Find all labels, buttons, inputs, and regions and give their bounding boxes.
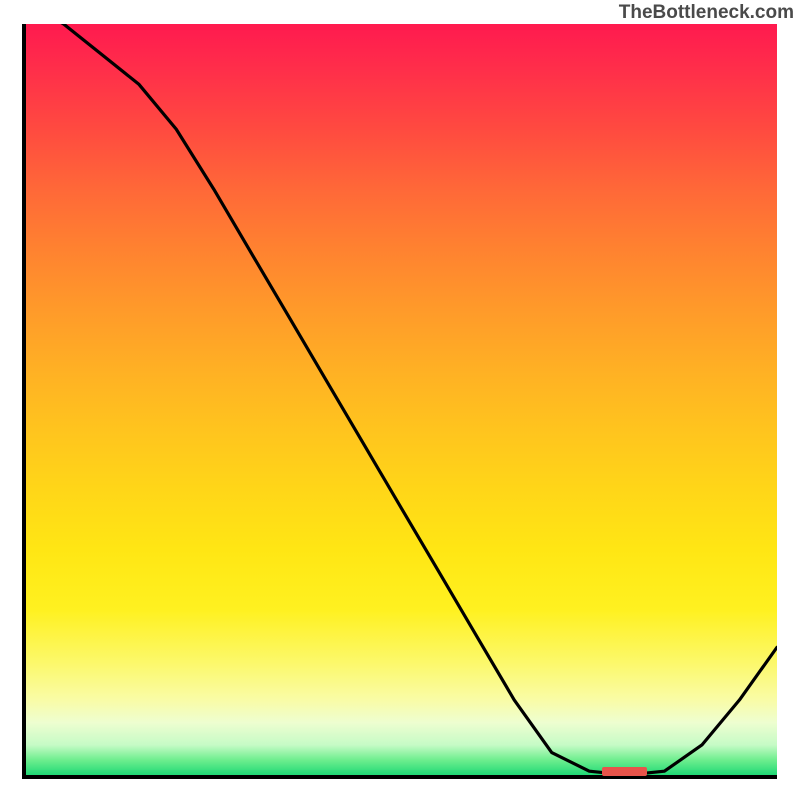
watermark-text: TheBottleneck.com bbox=[619, 2, 794, 24]
chart-plot-area: OPTIMUM bbox=[22, 24, 777, 779]
chart-curve-svg bbox=[26, 24, 777, 775]
optimum-marker: OPTIMUM bbox=[602, 767, 647, 776]
bottleneck-curve-line bbox=[26, 24, 777, 775]
